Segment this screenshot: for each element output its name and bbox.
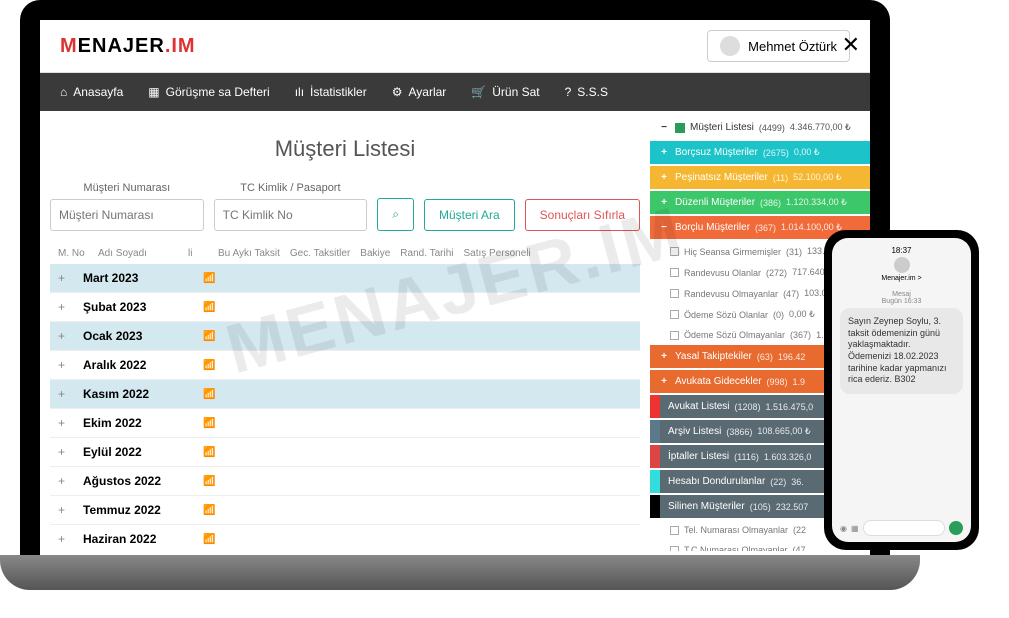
expand-icon[interactable]: + <box>58 271 73 285</box>
table-row[interactable]: +Mart 2023📶 <box>50 264 640 293</box>
expand-icon[interactable]: + <box>58 445 73 459</box>
nav-icon: 🛒 <box>471 85 486 99</box>
expand-icon[interactable]: + <box>58 387 73 401</box>
search-button[interactable]: Müşteri Ara <box>424 199 515 231</box>
filter-item[interactable]: +Borçsuz Müşteriler (2675) 0,00 ₺ <box>650 141 870 164</box>
table-row[interactable]: +Eylül 2022📶 <box>50 438 640 467</box>
table-row[interactable]: +Şubat 2023📶 <box>50 293 640 322</box>
filter-item[interactable]: +Peşinatsız Müşteriler (11) 52.100,00 ₺ <box>650 166 870 189</box>
table-row[interactable]: +Aralık 2022📶 <box>50 351 640 380</box>
nav-item[interactable]: ⌂Anasayfa <box>60 85 123 99</box>
appstore-icon[interactable]: ▦ <box>851 524 859 533</box>
signal-icon: 📶 <box>203 273 215 284</box>
table-row[interactable]: +Ocak 2023📶 <box>50 322 640 351</box>
search-row: Müşteri Numarası TC Kimlik / Pasaport ⌕ … <box>50 182 640 231</box>
signal-icon: 📶 <box>203 505 215 516</box>
signal-icon: 📶 <box>203 476 215 487</box>
logo: MENAJER.IM <box>60 35 196 58</box>
expand-icon[interactable]: + <box>58 358 73 372</box>
table-row[interactable]: +Kasım 2022📶 <box>50 380 640 409</box>
table-header: M. NoAdı SoyadıliBu Aykı TaksitGec. Taks… <box>50 243 640 264</box>
expand-icon[interactable]: + <box>58 532 73 546</box>
nav-icon: ılı <box>295 85 304 99</box>
phone-screen: 18:37 Menajer.im > Mesaj Bugün 16:33 Say… <box>832 238 971 542</box>
signal-icon: 📶 <box>203 447 215 458</box>
user-chip[interactable]: Mehmet Öztürk <box>707 30 850 62</box>
expand-icon[interactable]: + <box>58 300 73 314</box>
table-row[interactable]: +Ağustos 2022📶 <box>50 467 640 496</box>
signal-icon: 📶 <box>203 534 215 545</box>
contact-avatar-icon <box>894 257 910 273</box>
page-title: Müşteri Listesi <box>50 136 640 162</box>
nav-item[interactable]: 🛒Ürün Sat <box>471 85 539 99</box>
sms-timestamp: Mesaj Bugün 16:33 <box>840 288 963 308</box>
customer-number-label: Müşteri Numarası <box>50 182 204 194</box>
header: MENAJER.IM Mehmet Öztürk <box>40 20 870 73</box>
nav-icon: ⚙ <box>392 85 403 99</box>
expand-icon[interactable]: + <box>58 503 73 517</box>
close-icon[interactable]: ✕ <box>842 32 860 58</box>
avatar <box>720 36 740 56</box>
customer-number-input[interactable] <box>50 199 204 231</box>
main-nav: ⌂Anasayfa ▦Görüşme sa Defteri ılıİstatisti… <box>40 73 870 111</box>
table-body: +Mart 2023📶+Şubat 2023📶+Ocak 2023📶+Aralı… <box>50 264 640 551</box>
nav-item[interactable]: ▦Görüşme sa Defteri <box>148 85 269 99</box>
expand-icon[interactable]: + <box>58 329 73 343</box>
main-area: Müşteri Listesi Müşteri Numarası TC Kiml… <box>40 111 870 551</box>
nav-icon: ⌂ <box>60 85 67 99</box>
reset-button[interactable]: Sonuçları Sıfırla <box>525 199 640 231</box>
user-name: Mehmet Öztürk <box>748 39 837 54</box>
app-screen: MENAJER.IM MENAJER.IM Mehmet Öztürk ✕ ⌂A… <box>40 20 870 560</box>
content-left: Müşteri Listesi Müşteri Numarası TC Kiml… <box>40 111 650 551</box>
phone-input-bar: ◉ ▦ <box>840 520 963 536</box>
table-row[interactable]: +Haziran 2022📶 <box>50 525 640 551</box>
tc-input[interactable] <box>214 199 368 231</box>
laptop-base <box>0 555 920 590</box>
expand-icon[interactable]: + <box>58 474 73 488</box>
nav-item[interactable]: ⚙Ayarlar <box>392 85 447 99</box>
nav-icon: ▦ <box>148 85 159 99</box>
camera-icon[interactable]: ◉ <box>840 524 847 533</box>
phone-mockup: 18:37 Menajer.im > Mesaj Bugün 16:33 Say… <box>824 230 979 550</box>
nav-item[interactable]: ?S.S.S <box>565 85 608 99</box>
tc-label: TC Kimlik / Pasaport <box>214 182 368 194</box>
message-input[interactable] <box>863 520 945 536</box>
signal-icon: 📶 <box>203 302 215 313</box>
table-row[interactable]: +Ekim 2022📶 <box>50 409 640 438</box>
sms-message: Sayın Zeynep Soylu, 3. taksit ödemenizin… <box>840 308 963 394</box>
filter-item[interactable]: +Düzenli Müşteriler (386) 1.120.334,00 ₺ <box>650 191 870 214</box>
send-icon[interactable] <box>949 521 963 535</box>
laptop-frame: MENAJER.IM MENAJER.IM Mehmet Öztürk ✕ ⌂A… <box>20 0 890 580</box>
phone-time: 18:37 <box>840 246 963 255</box>
signal-icon: 📶 <box>203 331 215 342</box>
expand-icon[interactable]: + <box>58 416 73 430</box>
table-row[interactable]: +Temmuz 2022📶 <box>50 496 640 525</box>
signal-icon: 📶 <box>203 389 215 400</box>
signal-icon: 📶 <box>203 418 215 429</box>
search-icon-button[interactable]: ⌕ <box>377 198 414 231</box>
signal-icon: 📶 <box>203 360 215 371</box>
nav-icon: ? <box>565 85 572 99</box>
filter-root[interactable]: − Müşteri Listesi (4499) 4.346.770,00 ₺ <box>650 116 870 139</box>
nav-item[interactable]: ılıİstatistikler <box>295 85 367 99</box>
phone-contact: Menajer.im > <box>840 257 963 282</box>
